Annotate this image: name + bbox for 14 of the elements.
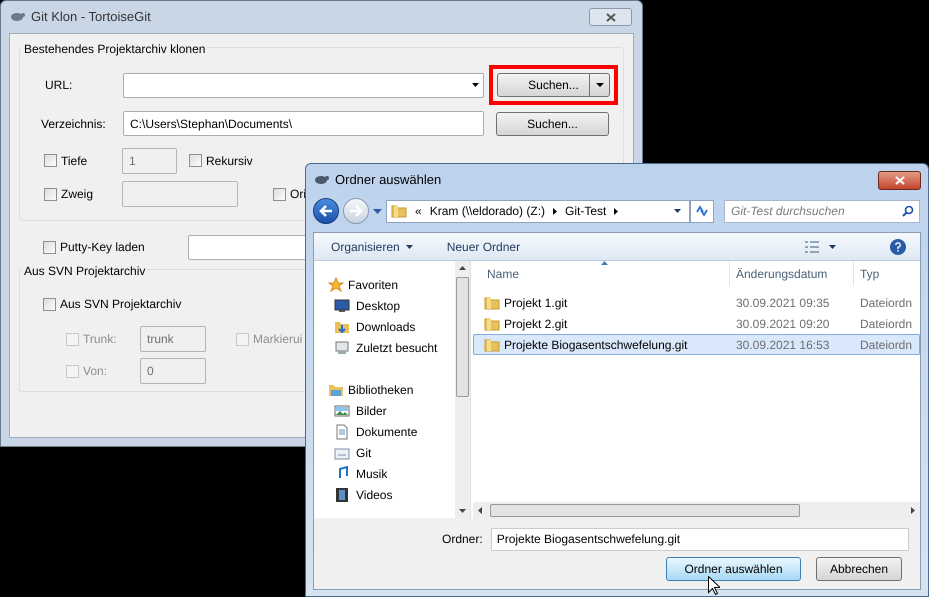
file-date: 30.09.2021 09:20 xyxy=(735,316,830,332)
field-label: Verzeichnis: xyxy=(41,116,107,132)
window-title: Git Klon - TortoiseGit xyxy=(31,8,151,26)
file-type: Dateiordn xyxy=(859,336,912,354)
file-name: Projekt 1.git xyxy=(504,294,568,312)
file-date: 30.09.2021 16:53 xyxy=(735,336,830,354)
file-name: Projekt 2.git xyxy=(504,316,568,332)
file-date: 30.09.2021 09:35 xyxy=(735,294,830,312)
file-type: Dateiordn xyxy=(859,316,912,332)
file-name: Projekte Biogasentschwefelung.git xyxy=(504,336,688,354)
window-title: Ordner auswählen xyxy=(335,171,442,190)
field-label: Ordner: xyxy=(442,531,483,548)
field-label: URL: xyxy=(45,77,74,94)
file-type: Dateiordn xyxy=(859,294,912,312)
